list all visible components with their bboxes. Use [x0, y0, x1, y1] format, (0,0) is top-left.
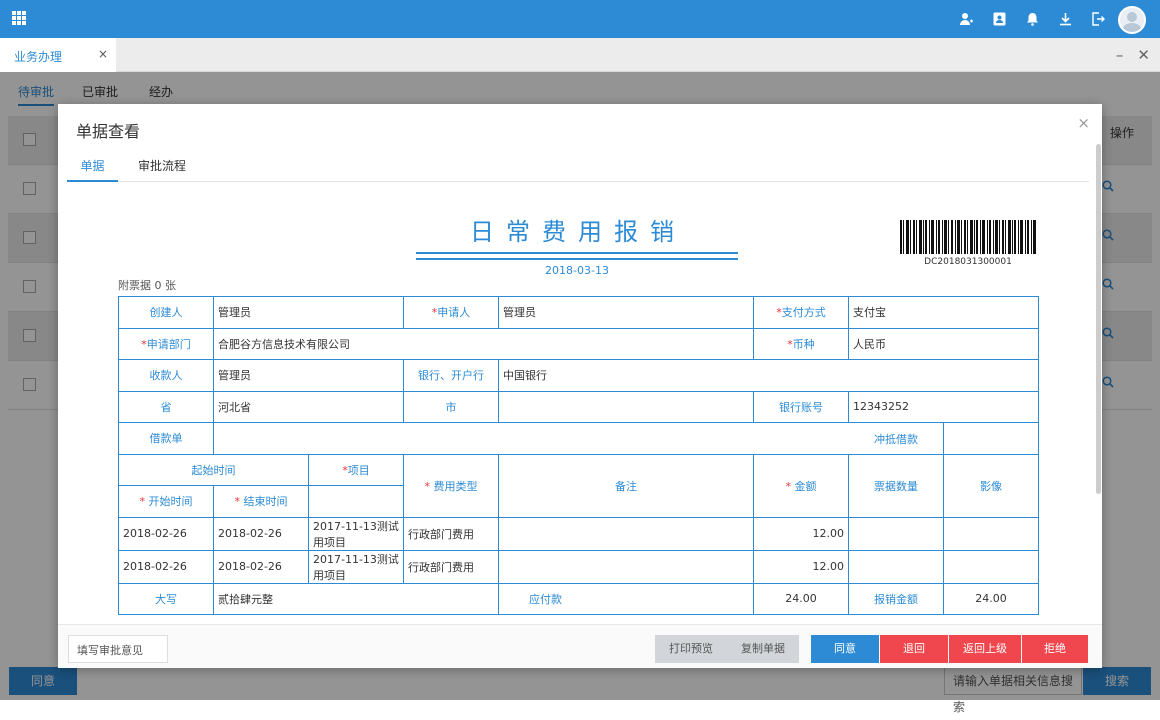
fee-type-header: * 费用类型 [403, 453, 499, 518]
modal-title: 单据查看 [76, 122, 141, 141]
offset-label: 冲抵借款 [874, 433, 918, 446]
period-header: 起始时间 [118, 453, 309, 486]
account-label: 银行账号 [753, 390, 849, 423]
currency-value: 人民币 [848, 327, 1039, 360]
logout-icon[interactable] [1090, 11, 1106, 27]
row-amount: 12.00 [753, 549, 849, 584]
dept-value: 合肥谷方信息技术有限公司 [213, 327, 754, 360]
row-remark [498, 516, 754, 551]
row-project: 2017-11-13测试用项目 [308, 516, 404, 551]
city-label: 市 [403, 390, 499, 423]
payee-value: 管理员 [213, 359, 404, 392]
tab-document[interactable]: 单据 [67, 157, 118, 182]
payable-label: 应付款 [498, 582, 754, 615]
province-label: 省 [118, 390, 214, 423]
amount-header: * 金额 [753, 453, 849, 518]
loan-label: 借款单 [118, 422, 214, 455]
account-value: 12343252 [848, 390, 1039, 423]
payable-value: 24.00 [753, 582, 849, 615]
pay-method-label: *支付方式 [753, 296, 849, 329]
pay-method-value: 支付宝 [848, 296, 1039, 329]
bank-value: 中国银行 [498, 359, 1039, 392]
close-icon[interactable]: × [1077, 114, 1090, 132]
row-end: 2018-02-26 [213, 516, 309, 551]
row-count [848, 549, 944, 584]
print-preview-button[interactable]: 打印预览 [655, 635, 727, 663]
document-view-modal: 单据查看 × 单据 审批流程 日常费用报销 2018-03-13 DC20180… [58, 104, 1102, 668]
download-icon[interactable] [1057, 11, 1073, 27]
return-button[interactable]: 退回 [880, 635, 948, 663]
row-count [848, 516, 944, 551]
row-image [943, 549, 1039, 584]
document-date: 2018-03-13 [545, 264, 609, 277]
bank-label: 银行、开户行 [403, 359, 499, 392]
applicant-value: 管理员 [498, 296, 754, 329]
row-remark [498, 549, 754, 584]
invoice-count-header: 票据数量 [848, 453, 944, 518]
apps-grid-icon[interactable] [12, 11, 26, 25]
reject-button[interactable]: 拒绝 [1022, 635, 1088, 663]
loan-value [213, 422, 944, 455]
avatar[interactable] [1118, 6, 1146, 34]
window-tabstrip: 业务办理 × – ✕ [0, 38, 1160, 72]
attachments-count: 附票据 0 张 [118, 279, 176, 292]
tab-business[interactable]: 业务办理 × [0, 38, 116, 72]
scrollbar[interactable] [1096, 144, 1101, 494]
row-project: 2017-11-13测试用项目 [308, 549, 404, 584]
project-subheader [308, 485, 404, 518]
row-fee-type: 行政部门费用 [403, 516, 499, 551]
project-header: *项目 [308, 453, 404, 486]
creator-label: 创建人 [118, 296, 214, 329]
row-start: 2018-02-26 [118, 549, 214, 584]
top-bar [0, 0, 1160, 38]
end-header: * 结束时间 [213, 485, 309, 518]
remark-header: 备注 [498, 453, 754, 518]
row-end: 2018-02-26 [213, 549, 309, 584]
row-image [943, 516, 1039, 551]
offset-value [943, 422, 1039, 455]
applicant-label: *申请人 [403, 296, 499, 329]
tab-approval-flow[interactable]: 审批流程 [138, 157, 186, 182]
reimburse-value: 24.00 [943, 582, 1039, 615]
minimize-icon[interactable]: – [1116, 46, 1124, 64]
caps-value: 贰拾肆元整 [213, 582, 499, 615]
image-header: 影像 [943, 453, 1039, 518]
contacts-icon[interactable] [991, 11, 1007, 27]
return-up-button[interactable]: 返回上级 [949, 635, 1021, 663]
reimburse-label: 报销金额 [848, 582, 944, 615]
province-value: 河北省 [213, 390, 404, 423]
creator-value: 管理员 [213, 296, 404, 329]
table-row: 2018-02-26 2018-02-26 2017-11-13测试用项目 行政… [118, 516, 1039, 551]
barcode-number: DC2018031300001 [924, 257, 1012, 267]
payee-label: 收款人 [118, 359, 214, 392]
title-underline [416, 258, 738, 260]
copy-document-button[interactable]: 复制单据 [727, 635, 799, 663]
opinion-input[interactable]: 填写审批意见 [68, 635, 168, 663]
modal-footer: 填写审批意见 打印预览 复制单据 同意 退回 返回上级 拒绝 [58, 624, 1102, 668]
modal-tabs: 单据 审批流程 [67, 152, 1089, 182]
row-fee-type: 行政部门费用 [403, 549, 499, 584]
table-row: 2018-02-26 2018-02-26 2017-11-13测试用项目 行政… [118, 549, 1039, 584]
dept-label: *申请部门 [118, 327, 214, 360]
row-start: 2018-02-26 [118, 516, 214, 551]
user-add-icon[interactable] [958, 11, 974, 27]
close-window-icon[interactable]: ✕ [1137, 46, 1150, 64]
tab-business-label: 业务办理 [14, 50, 63, 64]
bell-icon[interactable] [1024, 11, 1040, 27]
currency-label: *币种 [753, 327, 849, 360]
city-value [498, 390, 754, 423]
start-header: * 开始时间 [118, 485, 214, 518]
barcode-icon [900, 220, 1036, 254]
document-title: 日常费用报销 [470, 218, 686, 246]
close-icon[interactable]: × [98, 47, 108, 61]
row-amount: 12.00 [753, 516, 849, 551]
approve-button[interactable]: 同意 [811, 635, 879, 663]
caps-label: 大写 [118, 582, 214, 615]
expense-form-table: 创建人 管理员 *申请人 管理员 *支付方式 支付宝 *申请部门 合肥谷方信息技… [118, 296, 1039, 615]
title-underline [416, 252, 738, 254]
